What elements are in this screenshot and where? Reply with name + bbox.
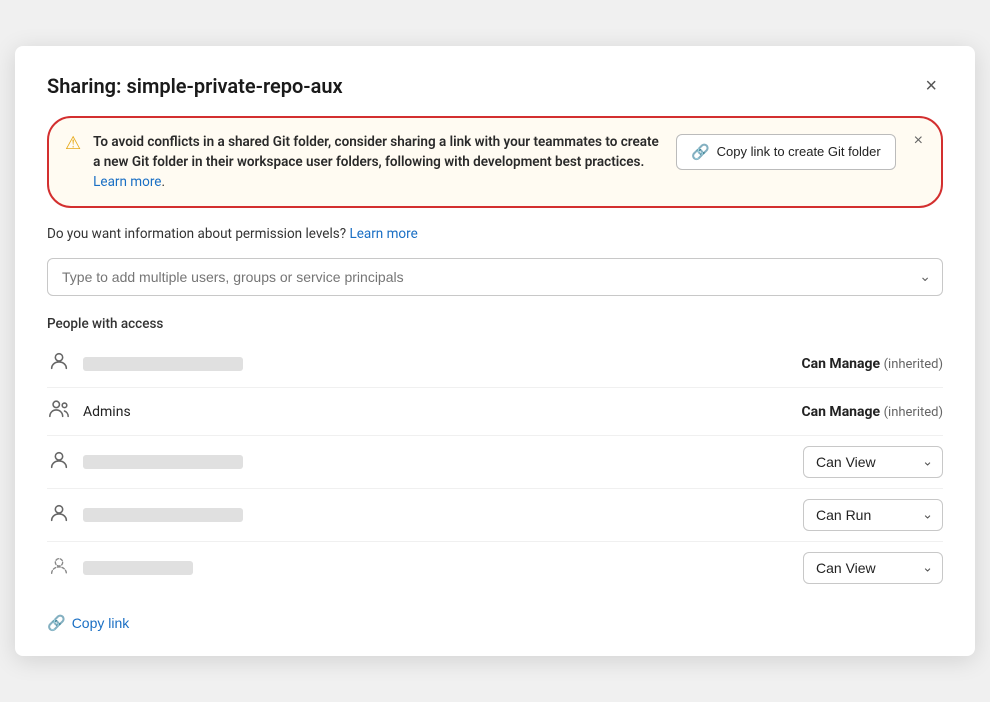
person-right: Can Manage (inherited) bbox=[801, 356, 943, 372]
close-button[interactable]: × bbox=[919, 74, 943, 98]
permission-text: Can Manage (inherited) bbox=[801, 356, 943, 372]
list-item: Can ViewCan EditCan RunCan Manage ⌄ bbox=[47, 489, 943, 542]
warning-period: . bbox=[161, 174, 165, 190]
warning-inner: ⚠ To avoid conflicts in a shared Git fol… bbox=[65, 132, 662, 193]
person-left bbox=[47, 449, 243, 476]
person-left bbox=[47, 555, 193, 582]
footer: 🔗 Copy link bbox=[47, 614, 943, 632]
person-icon bbox=[47, 398, 71, 425]
list-item: Can ViewCan EditCan RunCan Manage ⌄ bbox=[47, 542, 943, 594]
person-name-blurred bbox=[83, 357, 243, 371]
list-item: Can ViewCan EditCan RunCan Manage ⌄ bbox=[47, 436, 943, 489]
sharing-modal: Sharing: simple-private-repo-aux × ⚠ To … bbox=[15, 46, 975, 657]
permission-dropdown-wrapper: Can ViewCan EditCan RunCan Manage ⌄ bbox=[803, 552, 943, 584]
person-name-blurred bbox=[83, 508, 243, 522]
person-left bbox=[47, 350, 243, 377]
permission-text: Can Manage (inherited) bbox=[801, 404, 943, 420]
inherited-label: (inherited) bbox=[884, 405, 943, 420]
modal-header: Sharing: simple-private-repo-aux × bbox=[47, 74, 943, 98]
person-icon bbox=[47, 555, 71, 582]
copy-link-icon: 🔗 bbox=[691, 143, 710, 161]
list-item: Admins Can Manage (inherited) bbox=[47, 388, 943, 436]
inherited-label: (inherited) bbox=[884, 357, 943, 372]
info-learn-more-link[interactable]: Learn more bbox=[349, 226, 417, 242]
permission-select[interactable]: Can ViewCan EditCan RunCan Manage bbox=[803, 446, 943, 478]
add-users-wrapper: ⌄ bbox=[47, 258, 943, 296]
copy-git-link-button[interactable]: 🔗 Copy link to create Git folder bbox=[676, 134, 896, 170]
person-icon bbox=[47, 350, 71, 377]
info-bar-text: Do you want information about permission… bbox=[47, 226, 346, 242]
warning-learn-more-link[interactable]: Learn more bbox=[93, 174, 161, 190]
permission-select[interactable]: Can ViewCan EditCan RunCan Manage bbox=[803, 552, 943, 584]
warning-box: ⚠ To avoid conflicts in a shared Git fol… bbox=[47, 116, 943, 209]
person-right: Can ViewCan EditCan RunCan Manage ⌄ bbox=[803, 552, 943, 584]
person-left bbox=[47, 502, 243, 529]
person-name-blurred bbox=[83, 455, 243, 469]
copy-link-button[interactable]: 🔗 Copy link bbox=[47, 614, 129, 632]
copy-git-link-label: Copy link to create Git folder bbox=[717, 144, 881, 159]
warning-close-button[interactable]: × bbox=[910, 132, 923, 150]
person-name: Admins bbox=[83, 404, 131, 420]
permission-select[interactable]: Can ViewCan EditCan RunCan Manage bbox=[803, 499, 943, 531]
person-left: Admins bbox=[47, 398, 131, 425]
permission-dropdown-wrapper: Can ViewCan EditCan RunCan Manage ⌄ bbox=[803, 446, 943, 478]
person-icon bbox=[47, 502, 71, 529]
permission-dropdown-wrapper: Can ViewCan EditCan RunCan Manage ⌄ bbox=[803, 499, 943, 531]
copy-link-label: Copy link bbox=[72, 615, 130, 631]
person-right: Can ViewCan EditCan RunCan Manage ⌄ bbox=[803, 499, 943, 531]
people-list: Can Manage (inherited) Admins Can Manage… bbox=[47, 340, 943, 594]
person-right: Can Manage (inherited) bbox=[801, 404, 943, 420]
warning-icon: ⚠ bbox=[65, 133, 81, 154]
info-bar: Do you want information about permission… bbox=[47, 226, 943, 242]
person-name-blurred bbox=[83, 561, 193, 575]
add-users-input[interactable] bbox=[47, 258, 943, 296]
warning-text-bold: To avoid conflicts in a shared Git folde… bbox=[93, 134, 659, 170]
modal-title: Sharing: simple-private-repo-aux bbox=[47, 74, 343, 98]
link-icon: 🔗 bbox=[47, 614, 66, 632]
person-right: Can ViewCan EditCan RunCan Manage ⌄ bbox=[803, 446, 943, 478]
warning-text: To avoid conflicts in a shared Git folde… bbox=[93, 132, 662, 193]
list-item: Can Manage (inherited) bbox=[47, 340, 943, 388]
person-icon bbox=[47, 449, 71, 476]
people-with-access-label: People with access bbox=[47, 316, 943, 332]
